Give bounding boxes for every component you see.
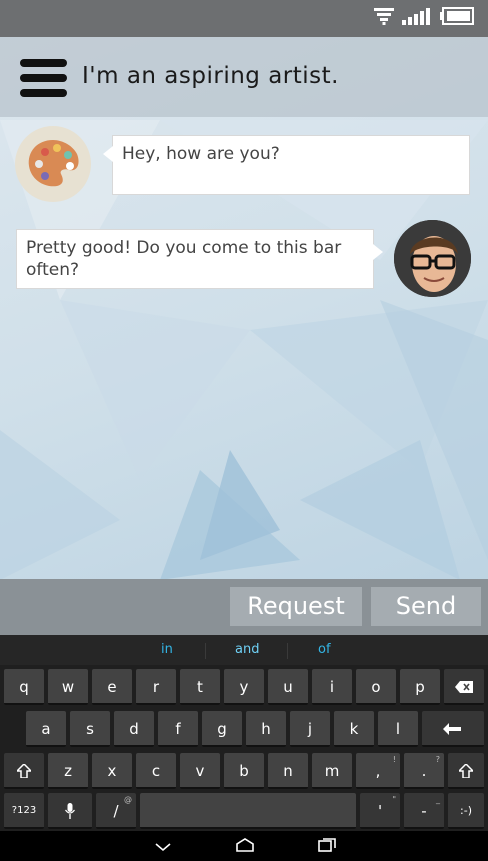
key-label: ' bbox=[377, 802, 383, 820]
apostrophe-key[interactable]: ' " bbox=[360, 793, 400, 829]
shift-icon bbox=[457, 762, 475, 779]
battery-icon bbox=[440, 7, 474, 29]
dash-key[interactable]: - _ bbox=[404, 793, 444, 829]
key-u[interactable]: u bbox=[268, 669, 308, 705]
signal-icon bbox=[402, 7, 432, 29]
key-period[interactable]: . ? bbox=[404, 753, 444, 789]
symbols-key[interactable]: ?123 bbox=[4, 793, 44, 829]
palette-icon bbox=[28, 140, 79, 187]
key-sub-label: ! bbox=[392, 755, 396, 764]
key-w[interactable]: w bbox=[48, 669, 88, 705]
key-m[interactable]: m bbox=[312, 753, 352, 789]
status-bar bbox=[0, 0, 488, 37]
send-button[interactable]: Send bbox=[371, 587, 481, 626]
key-d[interactable]: d bbox=[114, 711, 154, 747]
microphone-icon bbox=[65, 803, 75, 819]
spacebar-key[interactable] bbox=[140, 793, 356, 829]
artist-avatar[interactable] bbox=[15, 126, 91, 202]
key-sub-label: ? bbox=[435, 755, 440, 764]
backspace-icon bbox=[455, 681, 473, 693]
slash-key[interactable]: / @ bbox=[96, 793, 136, 829]
navigation-bar bbox=[0, 831, 488, 861]
key-j[interactable]: j bbox=[290, 711, 330, 747]
shift-icon bbox=[15, 762, 33, 779]
key-x[interactable]: x bbox=[92, 753, 132, 789]
key-g[interactable]: g bbox=[202, 711, 242, 747]
outgoing-message-bubble: Pretty good! Do you come to this bar oft… bbox=[16, 229, 383, 289]
back-icon[interactable] bbox=[155, 837, 171, 856]
enter-icon bbox=[443, 723, 461, 735]
key-b[interactable]: b bbox=[224, 753, 264, 789]
chat-header: I'm an aspiring artist. bbox=[0, 37, 488, 117]
key-q[interactable]: q bbox=[4, 669, 44, 705]
key-sub-label: " bbox=[392, 795, 396, 804]
key-p[interactable]: p bbox=[400, 669, 440, 705]
shift-key-right[interactable] bbox=[448, 753, 484, 789]
emoji-key[interactable]: :-) bbox=[448, 793, 484, 829]
voice-input-key[interactable] bbox=[48, 793, 92, 829]
enter-key[interactable] bbox=[422, 711, 484, 747]
suggestion-item[interactable]: and bbox=[235, 642, 259, 657]
suggestion-strip: in and of bbox=[0, 635, 488, 665]
key-sub-label: _ bbox=[436, 795, 440, 804]
message-action-bar: Request Send bbox=[0, 579, 488, 635]
key-label: , bbox=[375, 762, 381, 780]
key-f[interactable]: f bbox=[158, 711, 198, 747]
key-label: . bbox=[421, 762, 427, 780]
request-button[interactable]: Request bbox=[230, 587, 362, 626]
key-n[interactable]: n bbox=[268, 753, 308, 789]
key-o[interactable]: o bbox=[356, 669, 396, 705]
key-r[interactable]: r bbox=[136, 669, 176, 705]
page-title: I'm an aspiring artist. bbox=[82, 63, 339, 89]
key-z[interactable]: z bbox=[48, 753, 88, 789]
suggestion-item[interactable]: in bbox=[161, 642, 173, 657]
message-text: Hey, how are you? bbox=[122, 144, 280, 164]
message-text: Pretty good! Do you come to this bar oft… bbox=[26, 238, 342, 280]
backspace-key[interactable] bbox=[444, 669, 484, 705]
key-s[interactable]: s bbox=[70, 711, 110, 747]
wifi-icon bbox=[374, 7, 394, 29]
incoming-message-bubble: Hey, how are you? bbox=[103, 135, 470, 195]
key-a[interactable]: a bbox=[26, 711, 66, 747]
suggestion-item[interactable]: of bbox=[318, 642, 331, 657]
key-t[interactable]: t bbox=[180, 669, 220, 705]
key-e[interactable]: e bbox=[92, 669, 132, 705]
shift-key[interactable] bbox=[4, 753, 44, 789]
key-sub-label: @ bbox=[124, 795, 132, 804]
key-label: - bbox=[421, 802, 427, 820]
soft-keyboard: in and of q w e r t y u i o p a s d f g … bbox=[0, 635, 488, 861]
key-y[interactable]: y bbox=[224, 669, 264, 705]
key-h[interactable]: h bbox=[246, 711, 286, 747]
key-k[interactable]: k bbox=[334, 711, 374, 747]
user-avatar[interactable] bbox=[394, 220, 471, 297]
key-v[interactable]: v bbox=[180, 753, 220, 789]
key-label: / bbox=[113, 802, 119, 820]
hamburger-menu-icon[interactable] bbox=[20, 59, 67, 97]
home-icon[interactable] bbox=[235, 837, 255, 856]
key-c[interactable]: c bbox=[136, 753, 176, 789]
key-l[interactable]: l bbox=[378, 711, 418, 747]
recent-apps-icon[interactable] bbox=[318, 837, 336, 856]
key-comma[interactable]: , ! bbox=[356, 753, 400, 789]
key-i[interactable]: i bbox=[312, 669, 352, 705]
